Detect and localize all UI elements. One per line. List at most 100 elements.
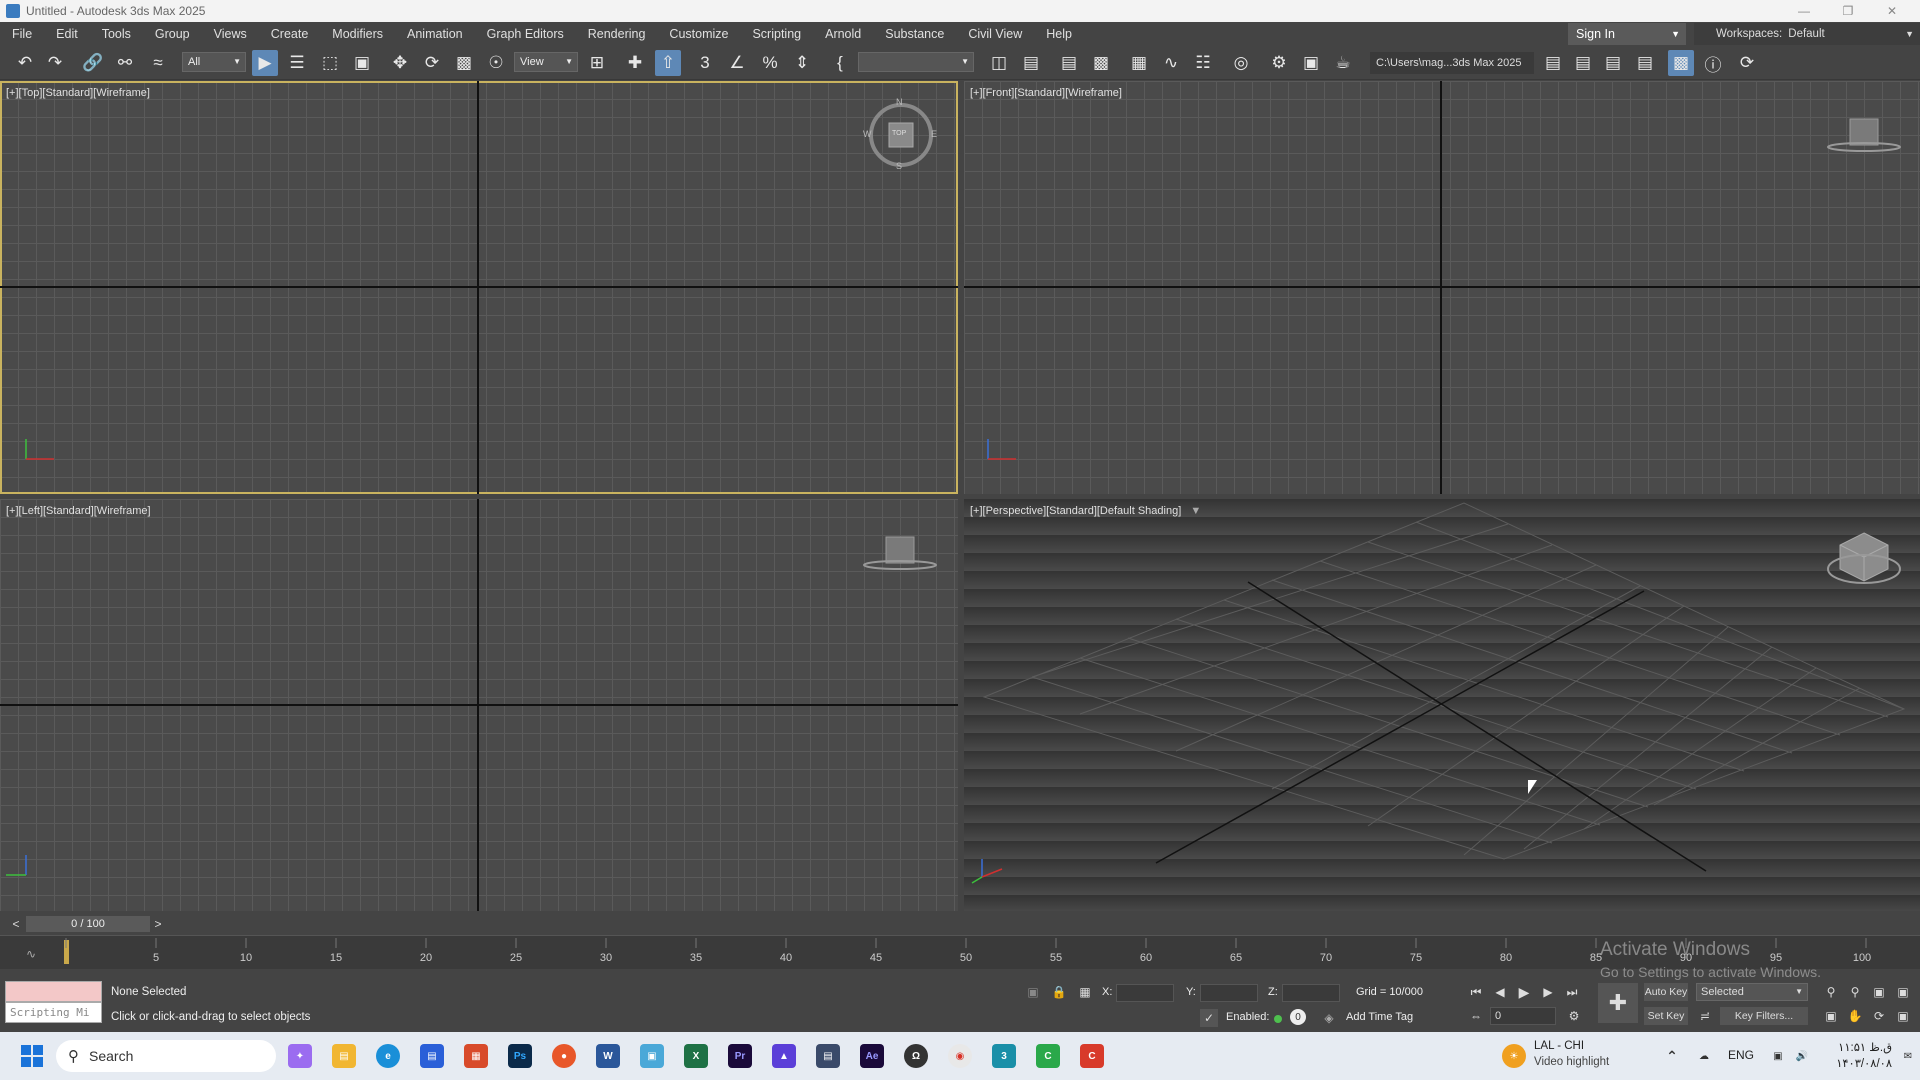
key-filter-icon[interactable]: ≓: [1696, 1007, 1714, 1025]
time-configuration-icon[interactable]: ⚙: [1564, 1007, 1584, 1025]
notepad-app-icon[interactable]: ▤: [816, 1044, 840, 1068]
notifications-icon[interactable]: ✉: [1896, 1044, 1920, 1068]
taskbar-search-input[interactable]: ⚲ Search: [56, 1040, 276, 1072]
menu-file[interactable]: File: [0, 22, 44, 46]
language-indicator[interactable]: ENG: [1728, 1048, 1754, 1062]
show-hidden-icons-icon[interactable]: ⌃: [1660, 1044, 1684, 1068]
next-frame-icon[interactable]: ▶: [1538, 983, 1558, 1001]
menu-tools[interactable]: Tools: [90, 22, 143, 46]
zoom-extents-icon[interactable]: ▣: [1870, 983, 1888, 1001]
office-app-icon[interactable]: ▦: [464, 1044, 488, 1068]
x-coordinate-field[interactable]: [1116, 984, 1174, 1002]
menu-create[interactable]: Create: [259, 22, 321, 46]
play-icon[interactable]: ▶: [1514, 983, 1534, 1001]
material-editor-icon[interactable]: ◎: [1228, 50, 1254, 76]
previous-frame-icon[interactable]: ◀: [1490, 983, 1510, 1001]
selection-lock-icon[interactable]: 🔒: [1050, 983, 1068, 1001]
restore-icon[interactable]: ❐: [1826, 0, 1870, 22]
photoshop-icon[interactable]: Ps: [508, 1044, 532, 1068]
select-and-rotate-icon[interactable]: ⟳: [419, 50, 445, 76]
minimize-icon[interactable]: —: [1782, 0, 1826, 22]
menu-views[interactable]: Views: [202, 22, 259, 46]
viewcube-icon[interactable]: [1826, 529, 1902, 592]
maxscript-input[interactable]: Scripting Mi: [5, 1002, 102, 1023]
maxscript-listener[interactable]: Scripting Mi: [5, 981, 102, 1023]
volume-icon[interactable]: 🔊: [1790, 1044, 1814, 1068]
go-to-start-icon[interactable]: ⏮: [1466, 983, 1486, 1001]
schematic-view-icon[interactable]: ☷: [1190, 50, 1216, 76]
viewport-left[interactable]: [+][Left][Standard][Wireframe]: [0, 499, 958, 911]
camtasia-recorder-icon[interactable]: C: [1080, 1044, 1104, 1068]
pan-view-icon[interactable]: ✋: [1846, 1007, 1864, 1025]
menu-edit[interactable]: Edit: [44, 22, 90, 46]
key-filters-button[interactable]: Key Filters...: [1720, 1007, 1808, 1025]
select-object-icon[interactable]: ▶: [252, 50, 278, 76]
adaptive-degradation-icon[interactable]: ✓: [1200, 1009, 1218, 1027]
set-keys-icon[interactable]: ✚: [1598, 983, 1638, 1023]
select-and-move-icon[interactable]: ✥: [387, 50, 413, 76]
current-frame-field[interactable]: 0: [1490, 1007, 1556, 1025]
prev-frame-button[interactable]: <: [8, 916, 24, 932]
add-time-tag[interactable]: Add Time Tag: [1346, 1011, 1413, 1023]
headset-app-icon[interactable]: Ω: [904, 1044, 928, 1068]
viewport-left-label[interactable]: [+][Left][Standard][Wireframe]: [6, 505, 151, 517]
menu-help[interactable]: Help: [1034, 22, 1084, 46]
named-selection-dropdown[interactable]: ▼: [858, 52, 974, 72]
viewcube-icon[interactable]: [1826, 117, 1902, 160]
render-production-icon[interactable]: ☕: [1330, 50, 1356, 76]
file-explorer-icon[interactable]: ▤: [332, 1044, 356, 1068]
clock-date[interactable]: ۱۴۰۳/۰۸/۰۸: [1826, 1056, 1892, 1070]
go-to-end-icon[interactable]: ⏭: [1562, 983, 1582, 1001]
viewcube-icon[interactable]: [862, 535, 938, 578]
pivot-center-icon[interactable]: ⊞: [584, 50, 610, 76]
sign-in-button[interactable]: Sign In ▼: [1568, 23, 1686, 45]
spinner-snap-icon[interactable]: ⇕: [789, 50, 815, 76]
enabled-count[interactable]: 0: [1290, 1009, 1306, 1025]
sync-icon[interactable]: ⟳: [1734, 50, 1760, 76]
close-icon[interactable]: ✕: [1870, 0, 1914, 22]
shield-app-icon[interactable]: ▲: [772, 1044, 796, 1068]
menu-modifiers[interactable]: Modifiers: [320, 22, 395, 46]
select-by-name-icon[interactable]: ☰: [284, 50, 310, 76]
menu-customize[interactable]: Customize: [657, 22, 740, 46]
open-project-icon[interactable]: ▤: [1540, 50, 1566, 76]
microsoft-store-icon[interactable]: ▤: [420, 1044, 444, 1068]
save-icon[interactable]: ▩: [1668, 50, 1694, 76]
menu-graph-editors[interactable]: Graph Editors: [475, 22, 576, 46]
copilot-icon[interactable]: ✦: [288, 1044, 312, 1068]
network-icon[interactable]: ☁: [1692, 1044, 1716, 1068]
absolute-mode-icon[interactable]: ▦: [1076, 983, 1094, 1001]
key-mode-toggle-icon[interactable]: ⇔: [1466, 1007, 1486, 1025]
menu-animation[interactable]: Animation: [395, 22, 475, 46]
viewport-perspective[interactable]: [+][Perspective][Standard][Default Shadi…: [964, 499, 1920, 911]
mirror-icon[interactable]: ◫: [986, 50, 1012, 76]
zoom-icon[interactable]: ⚲: [1822, 983, 1840, 1001]
premiere-pro-icon[interactable]: Pr: [728, 1044, 752, 1068]
chrome-icon[interactable]: ◉: [948, 1044, 972, 1068]
word-icon[interactable]: W: [596, 1044, 620, 1068]
select-and-scale-icon[interactable]: ▩: [451, 50, 477, 76]
render-setup-icon[interactable]: ⚙: [1266, 50, 1292, 76]
zoom-all-icon[interactable]: ⚲: [1846, 983, 1864, 1001]
redo-icon[interactable]: ↷: [42, 50, 68, 76]
select-manipulate-icon[interactable]: ✚: [622, 50, 648, 76]
menu-group[interactable]: Group: [143, 22, 202, 46]
project-folder-dropdown[interactable]: C:\Users\mag...3ds Max 2025: [1370, 52, 1534, 74]
curve-editor-icon[interactable]: ∿: [1158, 50, 1184, 76]
snap-align-icon[interactable]: ▤: [1570, 50, 1596, 76]
maxscript-output[interactable]: [5, 981, 102, 1002]
keyboard-shortcut-override-icon[interactable]: ⇧: [655, 50, 681, 76]
time-slider[interactable]: 0 / 100: [26, 916, 150, 932]
edge-browser-icon[interactable]: e: [376, 1044, 400, 1068]
angle-snap-icon[interactable]: ∠: [724, 50, 750, 76]
menu-rendering[interactable]: Rendering: [576, 22, 658, 46]
undo-icon[interactable]: ↶: [12, 50, 38, 76]
window-crossing-icon[interactable]: ▣: [349, 50, 375, 76]
camtasia-icon[interactable]: C: [1036, 1044, 1060, 1068]
rendered-frame-window-icon[interactable]: ▣: [1298, 50, 1324, 76]
workspaces-dropdown[interactable]: Workspaces: Default ▼: [1694, 23, 1920, 45]
z-coordinate-field[interactable]: [1282, 984, 1340, 1002]
weather-title[interactable]: LAL - CHI: [1534, 1040, 1584, 1052]
help-info-icon[interactable]: ⓘ: [1700, 50, 1726, 76]
bind-space-warp-icon[interactable]: ≈: [145, 50, 171, 76]
